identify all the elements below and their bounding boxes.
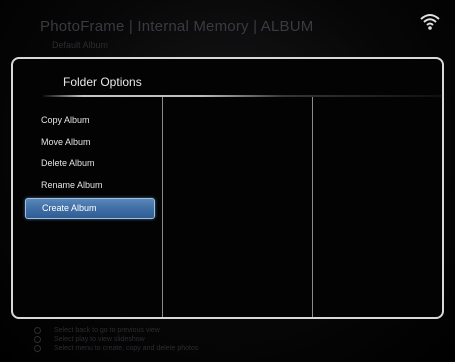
menu-item-delete-album[interactable]: Delete Album xyxy=(25,153,155,174)
back-button-icon xyxy=(34,327,41,334)
hint-play: Select play to view slideshow xyxy=(34,335,198,344)
menu-button-icon xyxy=(34,345,41,352)
folder-options-dialog: Folder Options Copy Album Move Album Del… xyxy=(11,57,444,319)
menu-item-copy-album[interactable]: Copy Album xyxy=(25,110,155,131)
album-subtitle: Default Album xyxy=(52,40,109,50)
breadcrumb-title: PhotoFrame | Internal Memory | ALBUM xyxy=(40,18,314,35)
button-hints: Select back to go to previous view Selec… xyxy=(34,326,198,353)
title-divider xyxy=(43,95,443,97)
hint-back-text: Select back to go to previous view xyxy=(54,327,160,334)
play-button-icon xyxy=(34,336,41,343)
hint-back: Select back to go to previous view xyxy=(34,326,198,335)
photoframe-screen: PhotoFrame | Internal Memory | ALBUM Def… xyxy=(0,0,455,362)
menu-item-rename-album[interactable]: Rename Album xyxy=(25,175,155,196)
folder-options-menu: Copy Album Move Album Delete Album Renam… xyxy=(25,110,155,219)
wifi-icon xyxy=(420,14,440,30)
dialog-title: Folder Options xyxy=(63,75,142,89)
column-divider-right xyxy=(312,97,313,317)
column-divider-left xyxy=(162,97,163,317)
hint-play-text: Select play to view slideshow xyxy=(54,336,145,343)
hint-menu-text: Select menu to create, copy and delete p… xyxy=(54,345,199,352)
menu-item-create-album[interactable]: Create Album xyxy=(25,197,155,219)
menu-item-move-album[interactable]: Move Album xyxy=(25,132,155,153)
hint-menu: Select menu to create, copy and delete p… xyxy=(34,344,198,353)
